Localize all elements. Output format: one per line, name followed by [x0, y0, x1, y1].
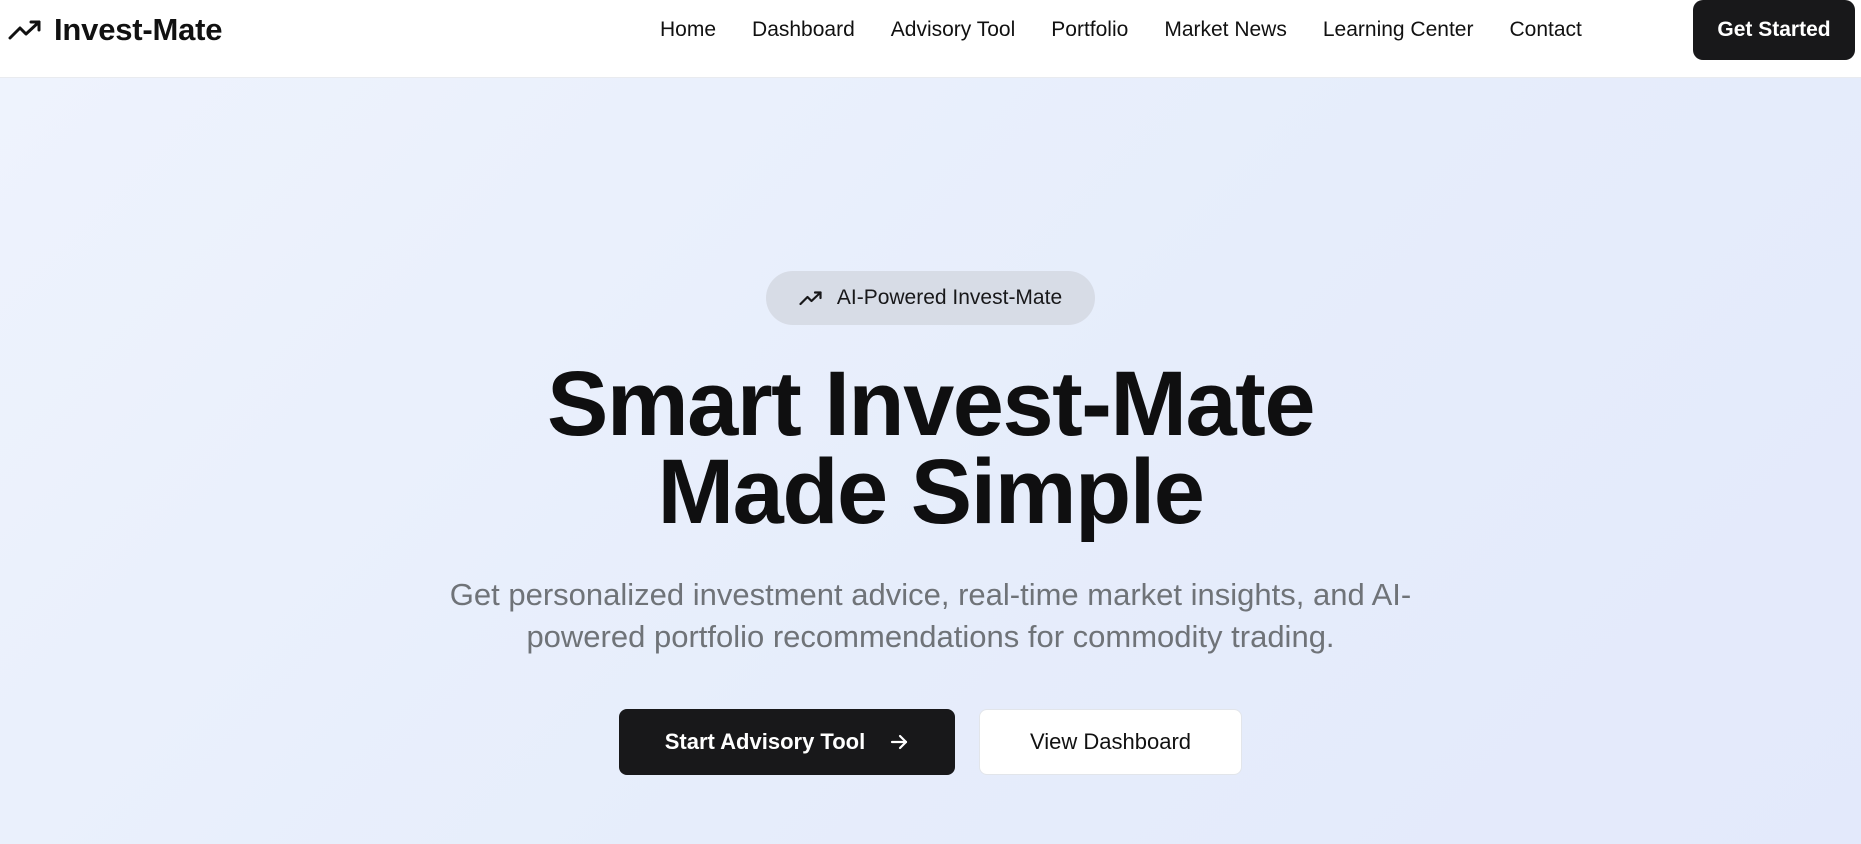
nav-link-portfolio[interactable]: Portfolio: [1051, 18, 1128, 42]
nav-link-advisory-tool[interactable]: Advisory Tool: [891, 18, 1016, 42]
headline-line-2: Made Simple: [657, 441, 1205, 543]
nav-link-dashboard[interactable]: Dashboard: [752, 18, 855, 42]
headline-line-1: Smart Invest-Mate: [547, 353, 1315, 455]
trending-up-icon: [799, 290, 823, 306]
main-nav: Home Dashboard Advisory Tool Portfolio M…: [660, 0, 1582, 60]
nav-link-learning-center[interactable]: Learning Center: [1323, 18, 1474, 42]
ai-powered-badge: AI-Powered Invest-Mate: [766, 271, 1095, 325]
trending-up-icon: [8, 19, 42, 41]
arrow-right-icon: [889, 732, 909, 752]
brand-name: Invest-Mate: [54, 12, 223, 47]
nav-link-contact[interactable]: Contact: [1509, 18, 1581, 42]
hero-cta-row: Start Advisory Tool View Dashboard: [619, 709, 1242, 775]
get-started-button[interactable]: Get Started: [1693, 0, 1855, 60]
start-advisory-tool-label: Start Advisory Tool: [664, 729, 866, 754]
hero-section: AI-Powered Invest-Mate Smart Invest-Mate…: [0, 78, 1861, 844]
view-dashboard-button[interactable]: View Dashboard: [979, 709, 1242, 775]
site-header: Invest-Mate Home Dashboard Advisory Tool…: [0, 0, 1861, 78]
badge-label: AI-Powered Invest-Mate: [836, 286, 1063, 309]
nav-link-home[interactable]: Home: [660, 18, 716, 42]
brand-logo-link[interactable]: Invest-Mate: [8, 0, 223, 60]
hero-subtitle: Get personalized investment advice, real…: [449, 577, 1412, 654]
hero-headline: Smart Invest-Mate Made Simple: [0, 353, 1861, 543]
start-advisory-tool-button[interactable]: Start Advisory Tool: [619, 709, 955, 775]
nav-link-market-news[interactable]: Market News: [1164, 18, 1287, 42]
